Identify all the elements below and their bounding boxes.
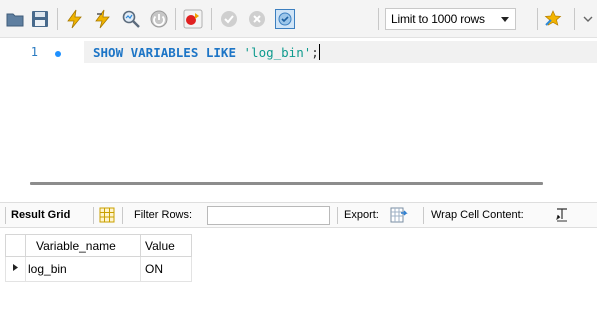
toolbar-separator [211, 8, 212, 30]
filter-rows-label: Filter Rows: [134, 209, 193, 221]
chevron-down-icon [501, 17, 509, 22]
result-grid-tab[interactable]: Result Grid [11, 209, 70, 221]
toolbar-separator [537, 8, 538, 30]
column-header-value[interactable]: Value [140, 234, 192, 257]
grid-header-row: Variable_name Value [5, 234, 192, 257]
sql-editor[interactable]: 1 SHOW VARIABLES LIKE 'log_bin'; [0, 38, 597, 171]
limit-rows-label: Limit to 1000 rows [391, 12, 485, 26]
beautify-icon[interactable] [543, 9, 563, 29]
more-toolbar-icon[interactable] [581, 9, 595, 29]
grid-layout-icon[interactable] [99, 207, 115, 226]
sql-keywords: SHOW VARIABLES LIKE [93, 45, 236, 60]
autocommit-icon[interactable] [275, 9, 295, 29]
toolbar-separator [337, 207, 338, 224]
sql-terminator: ; [311, 45, 319, 60]
open-folder-icon[interactable] [5, 9, 25, 29]
wrap-cell-content-label: Wrap Cell Content: [431, 209, 524, 221]
text-cursor [318, 44, 320, 60]
result-toolbar: Result Grid Filter Rows: Export: Wrap Ce… [0, 202, 597, 228]
sql-editor-toolbar: Limit to 1000 rows [0, 0, 597, 38]
column-header-variable-name[interactable]: Variable_name [25, 234, 141, 257]
toolbar-separator [423, 207, 424, 224]
commit-icon[interactable] [219, 9, 239, 29]
toggle-error-continue-icon[interactable] [183, 9, 203, 29]
explain-icon[interactable] [121, 9, 141, 29]
export-label: Export: [344, 209, 379, 221]
export-icon[interactable] [390, 206, 408, 227]
table-row[interactable]: log_bin ON [5, 256, 192, 282]
toolbar-separator [93, 207, 94, 224]
limit-rows-select[interactable]: Limit to 1000 rows [385, 8, 516, 30]
execute-icon[interactable] [65, 9, 85, 29]
statement-marker-icon [55, 51, 61, 57]
toolbar-separator [122, 207, 123, 224]
execute-current-icon[interactable] [93, 9, 113, 29]
sql-string-literal: 'log_bin' [243, 45, 312, 60]
stop-icon[interactable] [149, 9, 169, 29]
row-selector[interactable] [5, 256, 26, 282]
sql-statement[interactable]: SHOW VARIABLES LIKE 'log_bin'; [93, 44, 320, 60]
line-number: 1 [30, 45, 38, 59]
toolbar-separator [5, 207, 6, 224]
wrap-text-icon[interactable] [555, 207, 569, 226]
panel-splitter[interactable] [30, 182, 543, 185]
rollback-icon[interactable] [247, 9, 267, 29]
cell-variable-name[interactable]: log_bin [25, 256, 141, 282]
toolbar-separator [57, 8, 58, 30]
cell-value[interactable]: ON [140, 256, 192, 282]
toolbar-separator [378, 8, 379, 30]
filter-rows-input[interactable] [207, 206, 330, 225]
row-header-corner [5, 234, 26, 257]
toolbar-separator [574, 8, 575, 30]
toolbar-separator [175, 8, 176, 30]
save-icon[interactable] [30, 9, 50, 29]
result-grid: Variable_name Value log_bin ON [5, 234, 192, 282]
